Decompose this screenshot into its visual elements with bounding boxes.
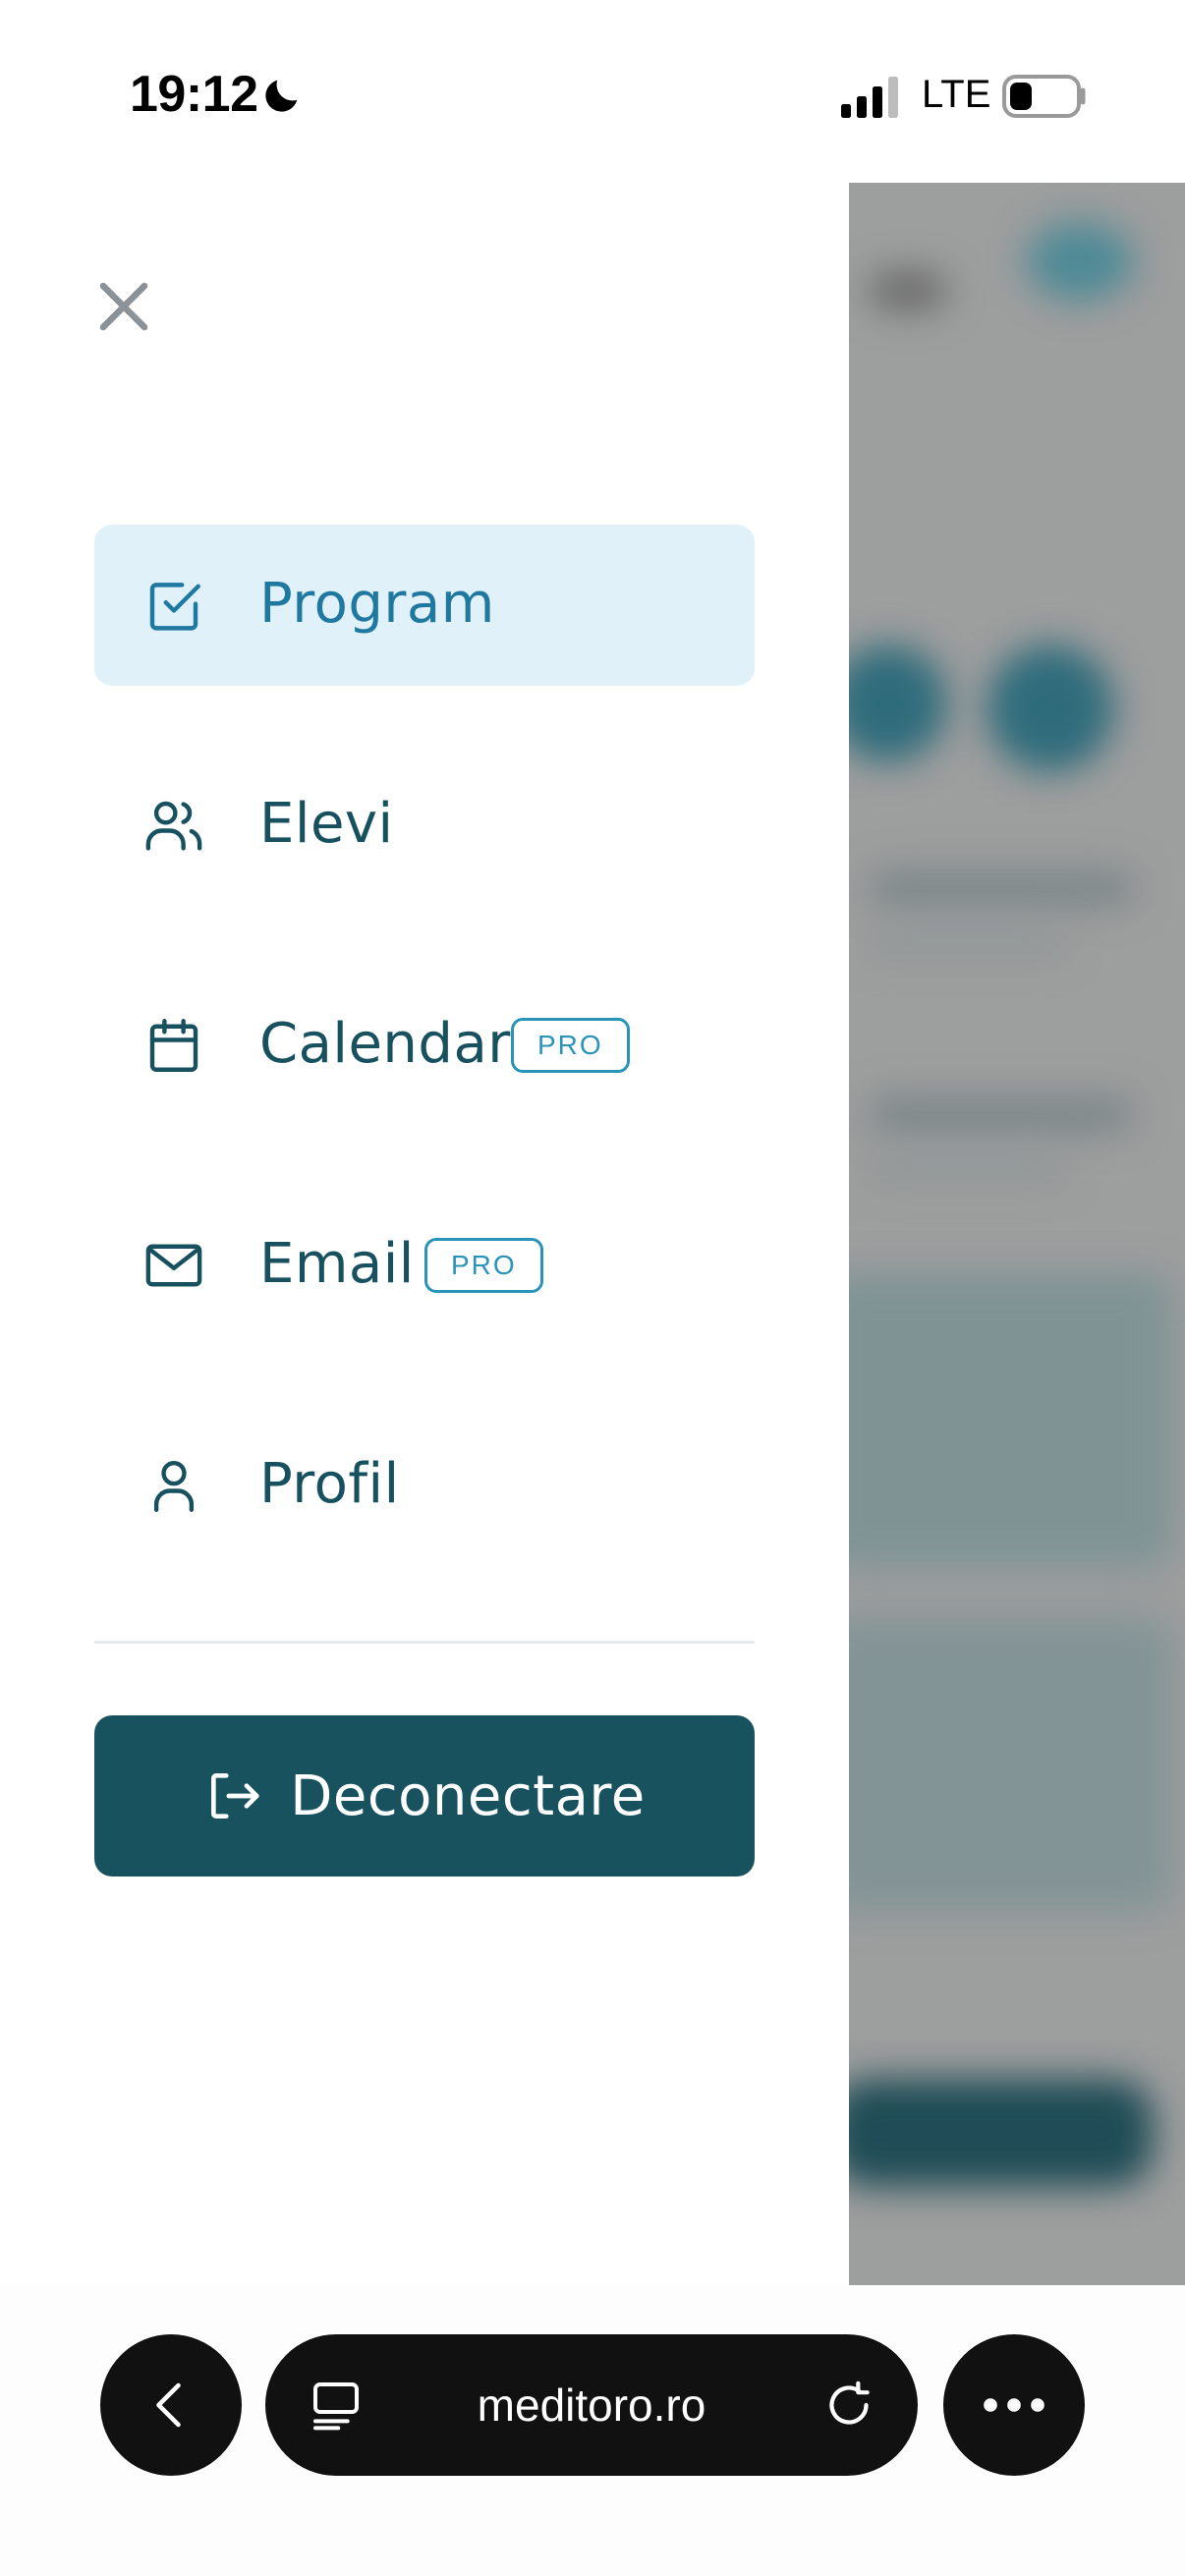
navigation-drawer: Program Elevi Calendar PRO Email PRO Pro… — [0, 183, 849, 2285]
nav-item-program[interactable]: Program — [94, 525, 755, 686]
close-button[interactable] — [88, 271, 159, 342]
logout-button[interactable]: Deconectare — [94, 1715, 755, 1876]
chevron-left-icon — [156, 2382, 181, 2428]
nav-item-email[interactable]: Email PRO — [94, 1185, 755, 1346]
reload-icon[interactable] — [821, 2378, 876, 2433]
more-icon — [984, 2398, 1044, 2412]
blurred-element — [849, 1273, 1173, 1568]
checkbox-icon — [141, 573, 206, 638]
blurred-element — [869, 1096, 1134, 1132]
battery-icon — [1002, 75, 1086, 118]
close-icon — [99, 282, 148, 331]
nav-item-profil[interactable]: Profil — [94, 1405, 755, 1566]
nav-label-email: Email — [259, 1232, 415, 1297]
logout-label: Deconectare — [290, 1764, 646, 1828]
page-backdrop[interactable] — [849, 183, 1185, 2285]
nav-item-calendar[interactable]: Calendar PRO — [94, 965, 755, 1126]
status-bar: 19:12 LTE — [0, 0, 1185, 183]
blurred-element — [869, 929, 1065, 955]
blurred-element — [987, 644, 1114, 772]
nav-label-calendar: Calendar — [259, 1012, 511, 1077]
blurred-element — [849, 644, 947, 762]
status-time: 19:12 — [130, 66, 258, 123]
logout-icon — [203, 1765, 264, 1826]
blurred-element — [869, 271, 947, 310]
divider — [94, 1641, 755, 1644]
network-type: LTE — [922, 73, 991, 116]
nav-label-program: Program — [259, 572, 495, 637]
screen: 19:12 LTE Program Elevi Calendar PRO Ema… — [0, 0, 1185, 2576]
url-text: meditoro.ro — [477, 2380, 706, 2431]
user-icon — [141, 1453, 206, 1518]
nav-item-elevi[interactable]: Elevi — [94, 745, 755, 906]
nav-label-profil: Profil — [259, 1452, 400, 1517]
mail-icon — [141, 1233, 206, 1298]
signal-icon — [841, 77, 898, 118]
pro-badge: PRO — [424, 1238, 543, 1293]
blurred-element — [849, 1617, 1173, 1912]
blurred-element — [849, 2079, 1154, 2187]
pro-badge: PRO — [511, 1018, 630, 1073]
moon-icon — [265, 80, 298, 112]
blurred-element — [1026, 222, 1134, 301]
blurred-element — [869, 870, 1134, 906]
calendar-icon — [141, 1013, 206, 1078]
more-button[interactable] — [943, 2334, 1085, 2476]
nav-label-elevi: Elevi — [259, 792, 394, 857]
back-button[interactable] — [100, 2334, 242, 2476]
users-icon — [141, 793, 206, 858]
blurred-element — [869, 1155, 1065, 1181]
browser-toolbar: meditoro.ro — [0, 2285, 1185, 2576]
address-bar[interactable]: meditoro.ro — [265, 2334, 918, 2476]
